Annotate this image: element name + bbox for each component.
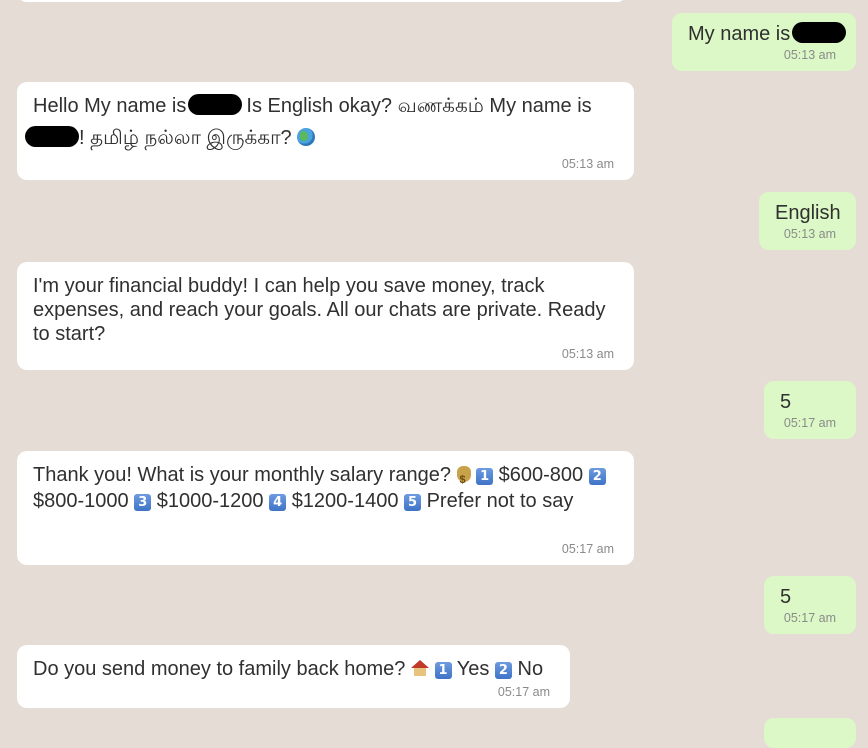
message-text: My name is [688,23,791,45]
incoming-message[interactable]: Do you send money to family back home? 1… [17,645,570,708]
message-text: Hello My name is [33,95,187,117]
house-icon [410,660,429,676]
option-label: No [517,658,544,680]
chat-thread[interactable]: My name is 05:13 am Hello My name is Is E… [0,0,868,748]
redacted-name [188,94,243,115]
keycap-1-icon: 1 [476,468,494,485]
message-timestamp: 05:13 am [783,48,836,62]
option-label: $1000-1200 [156,490,264,512]
outgoing-message[interactable]: 5 05:17 am [764,381,856,439]
outgoing-message[interactable]: My name is 05:13 am [672,13,856,71]
message-text: English [775,202,841,224]
incoming-message[interactable]: Thank you! What is your monthly salary r… [17,451,634,565]
message-timestamp: 05:13 am [561,347,614,361]
incoming-message[interactable]: Hello My name is Is English okay? வணக்கம்… [17,82,634,180]
outgoing-message[interactable]: English 05:13 am [759,192,856,250]
message-text: Thank you! What is your monthly salary r… [33,464,451,486]
message-text: Do you send money to family back home? [33,658,406,680]
message-timestamp: 05:13 am [783,227,836,241]
partial-message-bubble [764,718,856,748]
message-text: ! தமிழ் நல்லா இருக்கா? [79,127,292,149]
option-label: $800-1000 [33,490,129,512]
message-timestamp: 05:17 am [497,685,550,699]
message-text: Is English okay? வணக்கம் My name is [246,95,592,117]
keycap-5-icon: 5 [404,494,422,511]
option-label: $600-800 [498,464,584,486]
keycap-3-icon: 3 [134,494,152,511]
redacted-name [25,126,79,147]
money-bag-icon [456,466,471,493]
incoming-message[interactable]: I'm your financial buddy! I can help you… [17,262,634,370]
outgoing-message[interactable]: 5 05:17 am [764,576,856,634]
keycap-2-icon: 2 [588,468,606,485]
option-label: Prefer not to say [426,490,574,512]
message-timestamp: 05:17 am [783,416,836,430]
message-text: I'm your financial buddy! I can help you… [33,275,606,345]
partial-message-bubble [17,0,627,2]
message-timestamp: 05:17 am [561,542,614,556]
message-timestamp: 05:17 am [783,611,836,625]
message-text: 5 [780,586,792,608]
keycap-2-icon: 2 [494,662,512,679]
option-label: Yes [456,658,490,680]
keycap-4-icon: 4 [269,494,287,511]
redacted-name [792,22,847,43]
message-text: 5 [780,391,792,413]
globe-icon [297,128,316,146]
message-timestamp: 05:13 am [561,157,614,171]
option-label: $1200-1400 [291,490,399,512]
keycap-1-icon: 1 [434,662,452,679]
